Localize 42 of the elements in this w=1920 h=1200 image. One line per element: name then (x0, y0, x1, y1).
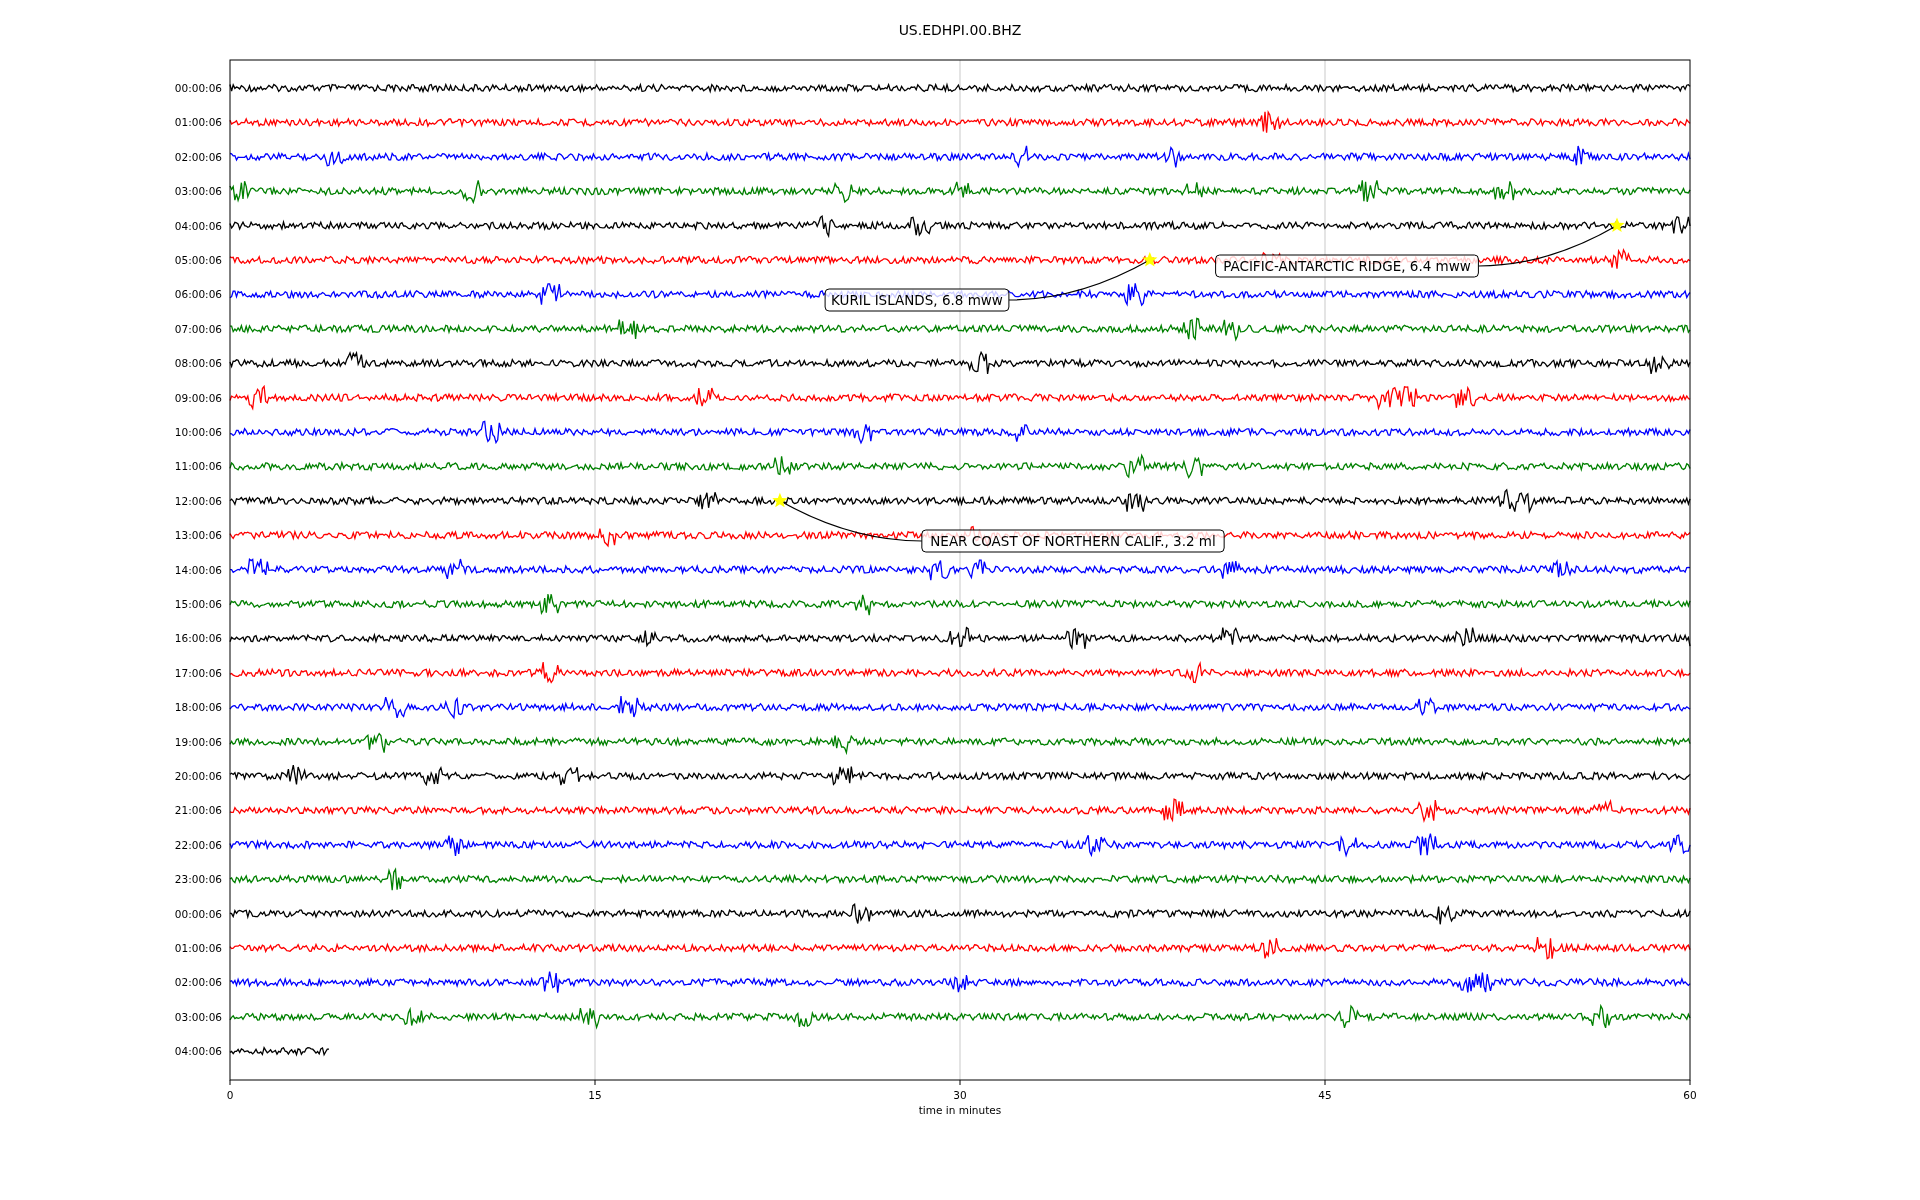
minute-tick-label: 60 (1683, 1089, 1697, 1101)
hour-tick-label: 17:00:06 (174, 666, 222, 679)
star-icon (1142, 252, 1158, 267)
hour-tick-label: 16:00:06 (174, 632, 222, 645)
hour-tick-label: 02:00:06 (174, 976, 222, 989)
hour-tick-label: 08:00:06 (174, 357, 222, 370)
hour-tick-label: 09:00:06 (174, 391, 222, 404)
hour-tick-label: 12:00:06 (174, 494, 222, 507)
hour-tick-label: 23:00:06 (174, 873, 222, 886)
hour-tick-label: 03:00:06 (174, 185, 222, 198)
hour-tick-label: 07:00:06 (174, 322, 222, 335)
star-icon (1609, 217, 1625, 233)
hour-tick-label: 18:00:06 (174, 701, 222, 714)
hour-tick-label: 03:00:06 (174, 1010, 222, 1023)
hour-tick-label: 19:00:06 (174, 735, 222, 748)
plot-title: US.EDHPI.00.BHZ (898, 22, 1022, 38)
hour-tick-label: 05:00:06 (174, 254, 222, 266)
x-axis-label: time in minutes (918, 1104, 1002, 1116)
event-label: PACIFIC-ANTARCTIC RIDGE, 6.4 mww (1215, 254, 1479, 278)
hour-tick-label: 21:00:06 (174, 804, 222, 817)
hour-tick-label: 20:00:06 (174, 770, 222, 782)
hour-tick-label: 04:00:06 (174, 1045, 222, 1058)
event-label: NEAR COAST OF NORTHERN CALIF., 3.2 ml (921, 529, 1225, 553)
event-label: KURIL ISLANDS, 6.8 mww (824, 288, 1010, 312)
hour-tick-label: 10:00:06 (174, 426, 222, 438)
minute-tick-label: 0 (226, 1089, 234, 1101)
hour-tick-label: 01:00:06 (174, 942, 222, 954)
star-icon (772, 492, 788, 508)
hour-tick-label: 02:00:06 (174, 150, 222, 163)
hour-tick-label: 00:00:06 (174, 82, 222, 94)
hour-tick-label: 11:00:06 (174, 460, 222, 473)
hour-tick-label: 22:00:06 (174, 838, 222, 851)
hour-tick-label: 15:00:06 (174, 598, 222, 610)
hour-tick-label: 14:00:06 (174, 563, 222, 576)
hour-tick-label: 06:00:06 (174, 288, 222, 301)
hour-tick-label: 00:00:06 (174, 907, 222, 920)
hour-tick-label: 04:00:06 (174, 219, 222, 232)
minute-tick-label: 45 (1318, 1089, 1332, 1101)
minute-tick-label: 15 (588, 1089, 602, 1101)
hour-tick-label: 13:00:06 (174, 529, 222, 542)
minute-tick-label: 30 (953, 1089, 967, 1101)
hour-tick-label: 01:00:06 (174, 116, 222, 129)
